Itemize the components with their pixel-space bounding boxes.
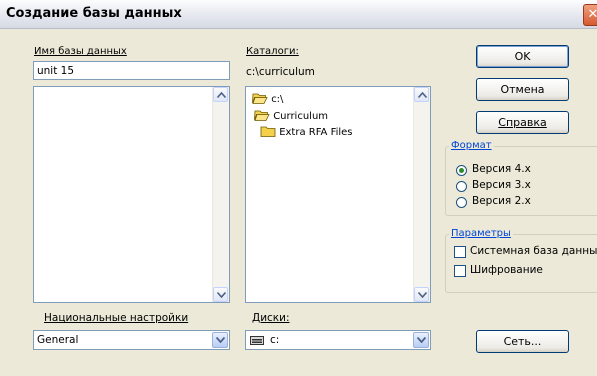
scroll-down-button[interactable] <box>414 287 429 302</box>
format-legend: Формат <box>449 140 494 151</box>
tree-item-root[interactable]: c:\ <box>252 92 283 105</box>
db-name-label: Имя базы данных <box>34 46 127 57</box>
close-button[interactable]: ✕ <box>583 4 597 26</box>
cancel-button[interactable]: Отмена <box>476 78 569 101</box>
title-bar[interactable]: Создание базы данных ✕ <box>0 0 597 29</box>
chevron-down-icon <box>216 337 225 343</box>
tree-item-extra-rfa-files[interactable]: Extra RFA Files <box>260 125 353 138</box>
directory-tree[interactable]: c:\ Curriculum Extra RFA Files <box>245 86 431 303</box>
format-option-v3: Версия 3.x <box>472 179 531 191</box>
drive-icon <box>250 336 264 345</box>
format-radio-v3[interactable] <box>456 181 467 192</box>
dialog-title: Создание базы данных <box>6 6 182 21</box>
directory-tree-scrollbar[interactable] <box>413 87 430 302</box>
drives-label: Диски: <box>252 312 290 324</box>
close-icon: ✕ <box>587 7 597 22</box>
folder-icon <box>260 126 276 137</box>
folder-open-icon <box>254 110 270 121</box>
db-name-input[interactable]: unit 15 <box>33 61 230 80</box>
ok-button[interactable]: OK <box>476 45 569 68</box>
system-db-label: Системная база данных <box>470 245 597 257</box>
drives-label-text: Диски: <box>252 312 290 324</box>
national-settings-label: Национальные настройки <box>44 312 188 324</box>
database-list[interactable] <box>33 86 230 303</box>
create-database-dialog: Создание базы данных ✕ Имя базы данных u… <box>0 0 597 376</box>
format-radio-v4[interactable] <box>456 165 467 176</box>
params-legend: Параметры <box>449 228 513 239</box>
format-option-v4: Версия 4.x <box>472 163 531 175</box>
scroll-up-button[interactable] <box>213 87 228 102</box>
database-list-scrollbar[interactable] <box>212 87 229 302</box>
scroll-down-button[interactable] <box>213 287 228 302</box>
catalogs-label: Каталоги: <box>246 46 299 57</box>
tree-item-label: Curriculum <box>273 111 329 122</box>
tree-item-label: c:\ <box>271 94 284 105</box>
scroll-up-icon <box>418 92 427 98</box>
national-settings-value: General <box>37 334 79 346</box>
scroll-down-icon <box>418 292 427 298</box>
chevron-down-icon <box>417 337 426 343</box>
folder-open-icon <box>252 93 268 104</box>
format-radio-v2[interactable] <box>456 197 467 208</box>
help-button[interactable]: Справка <box>476 111 569 134</box>
db-name-value: unit 15 <box>37 65 75 77</box>
national-settings-dropdown-button[interactable] <box>212 332 228 348</box>
help-button-label: Справка <box>498 116 547 129</box>
tree-item-curriculum[interactable]: Curriculum <box>254 109 328 122</box>
drives-select[interactable]: c: <box>245 330 431 350</box>
scroll-up-icon <box>217 92 226 98</box>
network-button[interactable]: Сеть... <box>476 330 569 353</box>
encryption-checkbox[interactable] <box>454 265 466 277</box>
radio-selected-dot <box>459 168 464 173</box>
tree-item-label: Extra RFA Files <box>279 127 353 138</box>
format-option-v2: Версия 2.x <box>472 195 531 207</box>
drives-value: c: <box>270 334 280 346</box>
scroll-up-button[interactable] <box>414 87 429 102</box>
system-db-checkbox[interactable] <box>454 246 466 258</box>
catalogs-label-text: Каталоги: <box>246 46 299 57</box>
scroll-down-icon <box>217 292 226 298</box>
national-settings-label-text: Национальные настройки <box>44 312 189 324</box>
encryption-label: Шифрование <box>470 264 543 276</box>
national-settings-select[interactable]: General <box>33 330 230 350</box>
current-path: c:\curriculum <box>246 66 315 78</box>
drives-dropdown-button[interactable] <box>413 332 429 348</box>
